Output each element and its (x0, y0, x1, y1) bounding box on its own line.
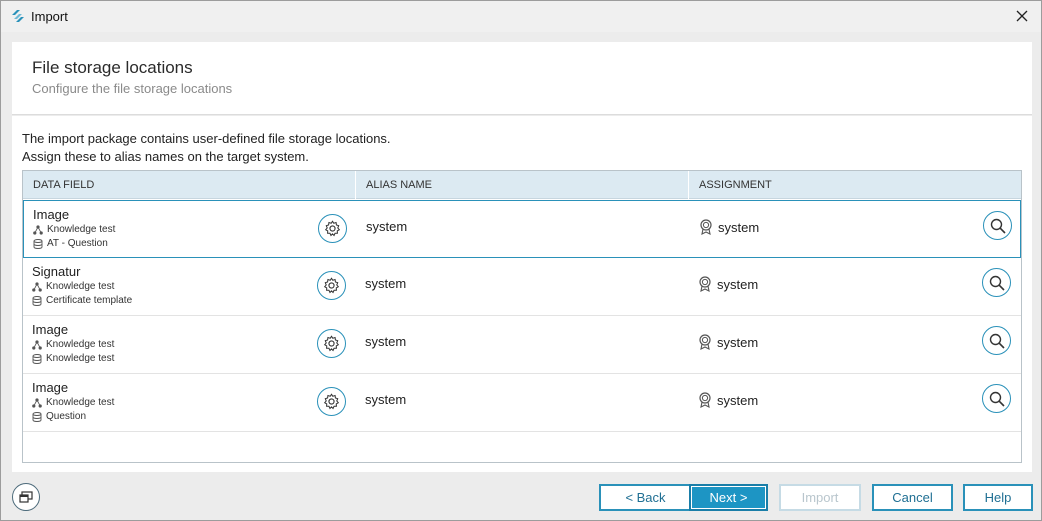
close-button[interactable] (1011, 5, 1033, 27)
data-field-source: AT - Question (33, 238, 108, 249)
badge-icon (700, 219, 712, 235)
network-icon (32, 339, 42, 350)
alias-name: system (365, 392, 407, 407)
database-icon (32, 295, 42, 306)
badge-icon (699, 334, 711, 350)
alias-name: system (366, 219, 408, 234)
storage-locations-grid: DATA FIELD ALIAS NAME ASSIGNMENT Image K… (22, 170, 1022, 463)
configure-button[interactable] (317, 271, 346, 300)
assignment: system (699, 219, 759, 235)
gear-icon (323, 393, 340, 410)
search-assignment-button[interactable] (983, 211, 1012, 240)
group-label: Knowledge test (47, 224, 116, 235)
column-header-alias-name[interactable]: ALIAS NAME (356, 171, 689, 199)
data-field-source: Certificate template (32, 295, 132, 306)
gear-icon (323, 335, 340, 352)
description-line-2: Assign these to alias names on the targe… (22, 149, 309, 164)
network-icon (32, 281, 42, 292)
app-logo-icon (12, 10, 24, 22)
search-icon (990, 218, 1006, 234)
group-label: Knowledge test (46, 281, 115, 292)
group-label: Knowledge test (46, 339, 115, 350)
search-assignment-button[interactable] (982, 268, 1011, 297)
gear-icon (324, 220, 341, 237)
source-label: Knowledge test (46, 353, 115, 364)
header-panel: File storage locations Configure the fil… (12, 42, 1032, 115)
data-field-group: Knowledge test (33, 224, 115, 235)
assignment-value: system (717, 276, 759, 292)
content-panel: The import package contains user-defined… (12, 116, 1032, 472)
badge-icon (699, 276, 711, 292)
alias-name: system (365, 334, 407, 349)
window-title: Import (31, 9, 68, 24)
data-field-name: Image (32, 322, 69, 337)
network-icon (32, 397, 42, 408)
close-icon (1016, 10, 1028, 22)
source-label: Question (46, 411, 87, 422)
search-icon (989, 333, 1005, 349)
configure-button[interactable] (317, 387, 346, 416)
database-icon (32, 353, 42, 364)
alias-name: system (365, 276, 407, 291)
table-row[interactable]: Image Knowledge test Knowledge test syst… (23, 316, 1021, 374)
back-button[interactable]: < Back (599, 484, 692, 511)
data-field-name: Image (33, 207, 70, 222)
data-field-group: Knowledge test (32, 339, 114, 350)
cancel-button[interactable]: Cancel (872, 484, 953, 511)
data-field-source: Question (32, 411, 86, 422)
gear-icon (323, 277, 340, 294)
help-button[interactable]: Help (963, 484, 1033, 511)
window-switch-button[interactable] (12, 483, 40, 511)
table-row[interactable]: Signatur Knowledge test Certificate temp… (23, 258, 1021, 316)
page-subtitle: Configure the file storage locations (32, 81, 233, 96)
database-icon (33, 238, 43, 249)
network-icon (33, 224, 43, 235)
assignment: system (698, 276, 758, 292)
badge-icon (699, 392, 711, 408)
assignment-value: system (717, 334, 759, 350)
data-field-group: Knowledge test (32, 397, 114, 408)
group-label: Knowledge test (46, 397, 115, 408)
source-label: AT - Question (47, 238, 108, 249)
next-button[interactable]: Next > (689, 484, 768, 511)
data-field-name: Signatur (32, 264, 81, 279)
source-label: Certificate template (46, 295, 133, 306)
assignment-value: system (718, 219, 760, 235)
import-button[interactable]: Import (779, 484, 861, 511)
column-header-assignment[interactable]: ASSIGNMENT (689, 171, 1021, 199)
import-dialog: Import File storage locations Configure … (0, 0, 1042, 521)
title-bar: Import (1, 1, 1041, 32)
description-line-1: The import package contains user-defined… (22, 131, 391, 146)
search-icon (989, 275, 1005, 291)
column-header-data-field[interactable]: DATA FIELD (23, 171, 356, 199)
configure-button[interactable] (317, 329, 346, 358)
assignment: system (698, 392, 758, 408)
data-field-source: Knowledge test (32, 353, 114, 364)
window-switch-icon (19, 491, 33, 503)
assignment-value: system (717, 392, 759, 408)
search-icon (989, 391, 1005, 407)
data-field-group: Knowledge test (32, 281, 114, 292)
table-row[interactable]: Image Knowledge test AT - Question syste… (23, 200, 1021, 258)
page-title: File storage locations (32, 58, 193, 77)
table-row[interactable]: Image Knowledge test Question system sys… (23, 374, 1021, 432)
search-assignment-button[interactable] (982, 326, 1011, 355)
data-field-name: Image (32, 380, 69, 395)
assignment: system (698, 334, 758, 350)
database-icon (32, 411, 42, 422)
grid-header: DATA FIELD ALIAS NAME ASSIGNMENT (23, 171, 1021, 199)
search-assignment-button[interactable] (982, 384, 1011, 413)
configure-button[interactable] (318, 214, 347, 243)
